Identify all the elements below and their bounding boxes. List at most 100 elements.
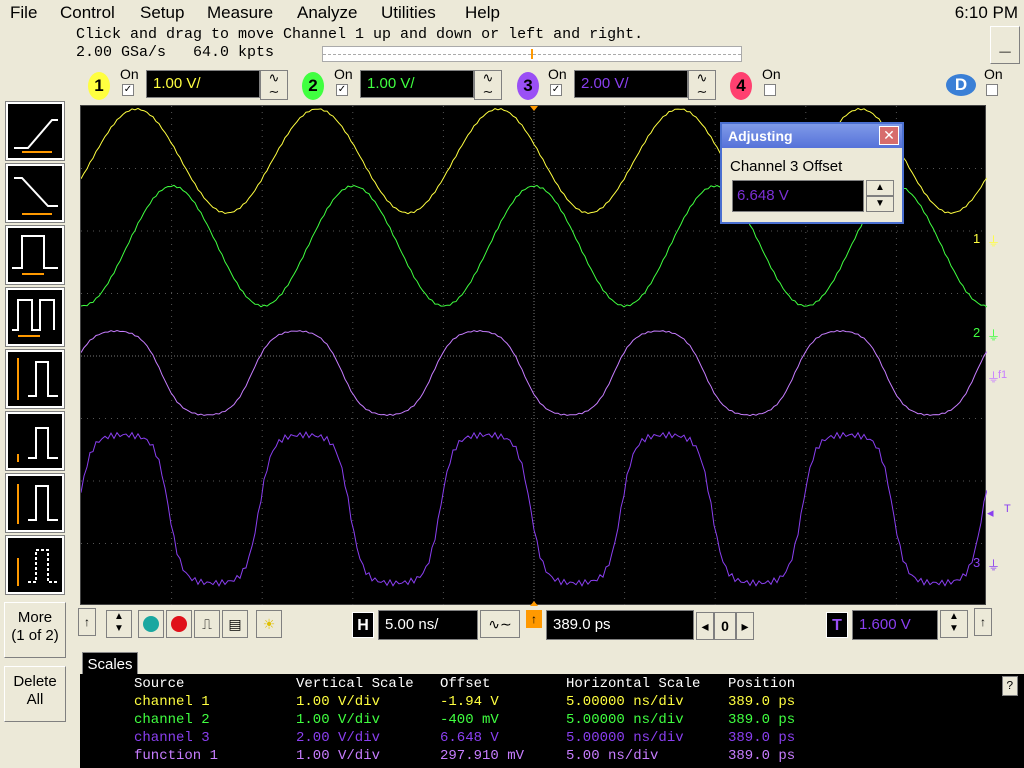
horizontal-control-bar: ↑ ▲ ▼ ⎍ ▤ ☀ H 5.00 ns/ ∿∼ ↑ 389.0 ps ◂ 0 …	[72, 606, 1024, 648]
trigger-level-arrow-icon[interactable]: ◂	[987, 505, 994, 521]
row-2-offset: -400 mV	[440, 712, 499, 728]
glitch-trigger-button[interactable]	[5, 411, 65, 471]
trigger-badge[interactable]: T	[826, 612, 848, 638]
channel-2-ground-icon[interactable]: ⏚	[987, 325, 1000, 344]
trigger-level-marker-label: T	[1004, 503, 1011, 515]
position-left-button[interactable]: ◂	[696, 612, 714, 640]
menu-control[interactable]: Control	[60, 3, 115, 23]
horizontal-coarse-fine-button[interactable]: ∿∼	[480, 610, 520, 638]
channel-2-marker-label: 2	[973, 325, 981, 340]
help-button[interactable]: ?	[1002, 676, 1018, 696]
falling-edge-trigger-button[interactable]	[5, 163, 65, 223]
position-zero-button[interactable]: 0	[714, 612, 736, 640]
timeout-trigger-button[interactable]	[5, 535, 65, 595]
channel-2-coupling-button[interactable]: ∿ ∼	[474, 70, 502, 100]
horizontal-position-field[interactable]: 389.0 ps	[546, 610, 694, 640]
channel-4-badge[interactable]: 4	[730, 72, 752, 100]
channel-2-badge[interactable]: 2	[302, 72, 324, 100]
channel-1-scale-field[interactable]: 1.00 V/	[146, 70, 260, 98]
rising-edge-trigger-button[interactable]	[5, 101, 65, 161]
runt-trigger-button[interactable]	[5, 349, 65, 409]
clock: 6:10 PM	[954, 3, 1018, 22]
scroll-up-icon[interactable]: ↑	[78, 608, 96, 636]
dialog-title: Adjusting	[722, 124, 902, 148]
transition-trigger-button[interactable]	[5, 473, 65, 533]
row-1-position: 389.0 ps	[728, 694, 796, 710]
print-button[interactable]: ▤	[222, 610, 248, 638]
delete-all-button[interactable]: Delete All	[4, 666, 66, 722]
channel-3-marker-label: 3	[973, 555, 981, 570]
row-1-offset: -1.94 V	[440, 694, 499, 710]
falling-edge-icon	[14, 177, 58, 215]
status-message: Click and drag to move Channel 1 up and …	[76, 26, 644, 43]
row-1-source: channel 1	[134, 694, 210, 710]
print-icon: ▤	[228, 616, 242, 632]
row-2-source: channel 2	[134, 712, 210, 728]
channel-2-on-label: On	[334, 66, 353, 82]
zoom-stepper-icon[interactable]: ▲ ▼	[106, 610, 132, 638]
menu-measure[interactable]: Measure	[207, 3, 273, 23]
row-3-position: 389.0 ps	[728, 730, 796, 746]
channel-3-on-checkbox[interactable]: ✓	[550, 84, 562, 96]
header-offset: Offset	[440, 676, 491, 692]
channel-3-coupling-button[interactable]: ∿ ∼	[688, 70, 716, 100]
horizontal-position-icon[interactable]: ↑	[526, 610, 542, 628]
header-position: Position	[728, 676, 796, 692]
pulse-width-trigger-button[interactable]	[5, 225, 65, 285]
horizontal-scale-field[interactable]: 5.00 ns/	[378, 610, 478, 640]
channel-1-coupling-button[interactable]: ∿ ∼	[260, 70, 288, 100]
channel-1-on-label: On	[120, 66, 139, 82]
brightness-button[interactable]: ☀	[256, 610, 282, 638]
trigger-level-field[interactable]: 1.600 V	[852, 610, 938, 640]
scales-table: ? Source Vertical Scale Offset Horizonta…	[80, 674, 1024, 768]
row-3-source: channel 3	[134, 730, 210, 746]
channel-2-on-checkbox[interactable]: ✓	[336, 84, 348, 96]
minimize-button[interactable]: _	[990, 26, 1020, 64]
channel-3-offset-field[interactable]: 6.648 V	[732, 180, 864, 212]
channel-3-ground-icon[interactable]: ⏚	[987, 555, 1000, 574]
header-horizontal-scale: Horizontal Scale	[566, 676, 701, 692]
channel-1-ground-icon[interactable]: ⏚	[987, 231, 1000, 250]
glitch-icon	[17, 427, 58, 462]
channel-markers: 1 ⏚ 2 ⏚ ⏚ f1 ◂ T 3 ⏚	[960, 105, 1024, 605]
offset-increment-button[interactable]: ▲	[866, 180, 894, 196]
menu-analyze[interactable]: Analyze	[297, 3, 357, 23]
digital-channels-badge[interactable]: D	[946, 74, 976, 96]
memory-position-marker	[531, 49, 533, 59]
offset-decrement-button[interactable]: ▼	[866, 196, 894, 212]
channel-bar: 1 On ✓ 1.00 V/ ∿ ∼ 2 On ✓ 1.00 V/ ∿ ∼ 3 On…	[72, 66, 1024, 104]
horizontal-badge[interactable]: H	[352, 612, 374, 638]
menu-utilities[interactable]: Utilities	[381, 3, 436, 23]
menu-help[interactable]: Help	[465, 3, 500, 23]
run-button[interactable]	[138, 610, 164, 638]
single-icon: ⎍	[202, 616, 212, 632]
channel-1-on-checkbox[interactable]: ✓	[122, 84, 134, 96]
more-button[interactable]: More (1 of 2)	[4, 602, 66, 658]
dialog-close-icon[interactable]: ✕	[879, 126, 899, 145]
menu-bar: File Control Setup Measure Analyze Utili…	[0, 0, 1024, 24]
position-right-button[interactable]: ▸	[736, 612, 754, 640]
pattern-icon	[12, 299, 55, 337]
digital-on-checkbox[interactable]	[986, 84, 998, 96]
channel-2-scale-field[interactable]: 1.00 V/	[360, 70, 474, 98]
status-area: Click and drag to move Channel 1 up and …	[72, 24, 1024, 66]
pulse-icon	[12, 235, 58, 275]
single-button[interactable]: ⎍	[194, 610, 220, 638]
trigger-scroll-icon[interactable]: ↑	[974, 608, 992, 636]
row-3-vscale: 2.00 V/div	[296, 730, 381, 746]
timeout-icon	[17, 549, 58, 586]
trigger-panel: More (1 of 2) Delete All	[0, 24, 72, 768]
rising-edge-icon	[14, 119, 58, 153]
channel-3-scale-field[interactable]: 2.00 V/	[574, 70, 688, 98]
tab-strip: Scales	[72, 648, 1024, 676]
trigger-level-stepper-icon[interactable]: ▲ ▼	[940, 610, 968, 638]
pattern-trigger-button[interactable]	[5, 287, 65, 347]
channel-1-badge[interactable]: 1	[88, 72, 110, 100]
channel-3-badge[interactable]: 3	[517, 72, 539, 100]
channel-4-on-checkbox[interactable]	[764, 84, 776, 96]
menu-setup[interactable]: Setup	[140, 3, 184, 23]
tab-scales[interactable]: Scales	[82, 652, 138, 676]
stop-button[interactable]	[166, 610, 192, 638]
menu-file[interactable]: File	[10, 3, 37, 23]
row-4-hscale: 5.00 ns/div	[566, 748, 659, 764]
